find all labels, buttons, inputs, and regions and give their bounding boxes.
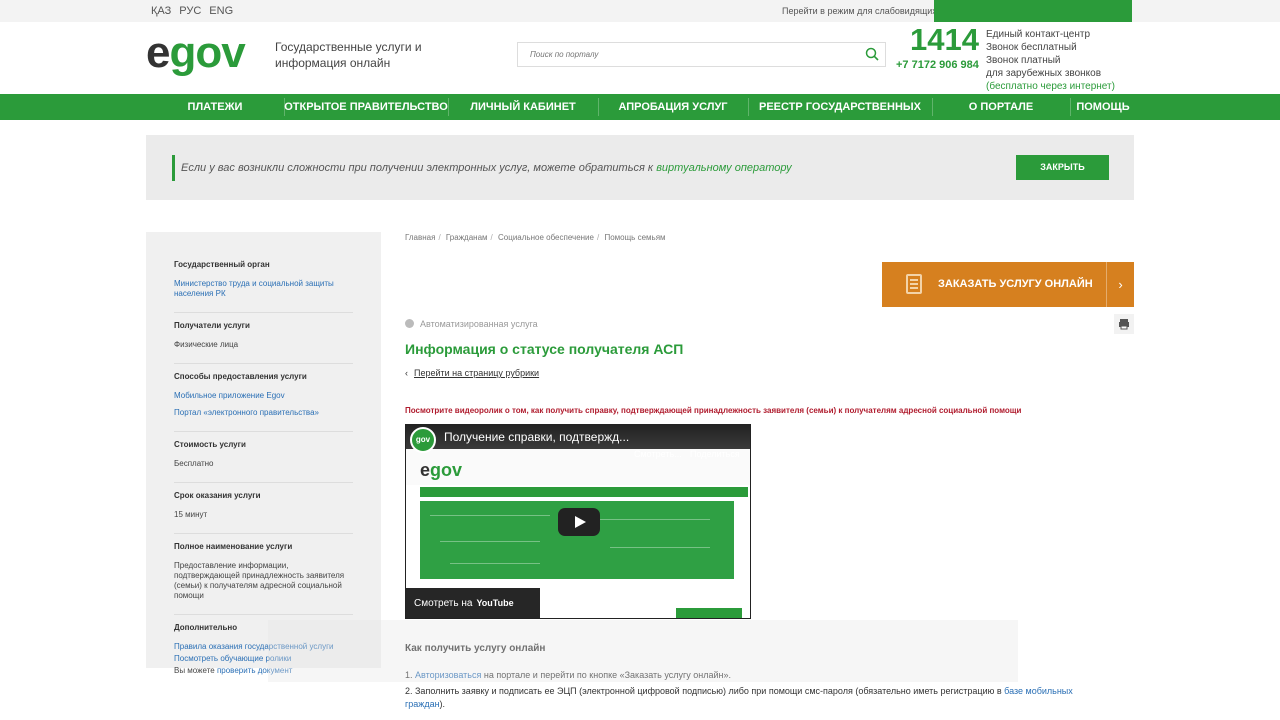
search-box [517,42,886,67]
lang-eng[interactable]: ENG [209,5,233,17]
video-frame-nav-bar [420,487,748,497]
nav-help[interactable]: ПОМОЩЬ [1070,94,1136,120]
help-banner: Если у вас возникли сложности при получе… [146,135,1134,200]
nav-service-testing[interactable]: АПРОБАЦИЯ УСЛУГ [598,94,748,120]
breadcrumb-home[interactable]: Главная [405,233,435,242]
banner-accent [172,155,175,181]
accessibility-mode-link[interactable]: Перейти в режим для слабовидящих [782,6,937,16]
nav-personal-cabinet[interactable]: ЛИЧНЫЙ КАБИНЕТ [448,94,598,120]
contact-phone-short[interactable]: 1414 [910,22,979,58]
breadcrumb-family-help[interactable]: Помощь семьям [604,233,665,242]
search-input[interactable] [518,43,848,66]
video-overlay-shade [268,620,1018,682]
video-frame-button [676,608,742,618]
video-title[interactable]: Получение справки, подтвержд... [444,430,629,444]
breadcrumb-social[interactable]: Социальное обеспечение [498,233,594,242]
channel-avatar[interactable]: gov [410,427,436,453]
back-to-rubric-link[interactable]: ‹ Перейти на страницу рубрики [405,368,539,378]
video-note: Посмотрите видеоролик о том, как получит… [405,406,1022,415]
document-icon [906,274,922,294]
automated-service-label: Автоматизированная услуга [405,319,538,329]
contact-info: Единый контакт-центр Звонок бесплатный З… [986,29,1115,92]
print-icon[interactable] [1114,314,1134,334]
ministry-link[interactable]: Министерство труда и социальной защиты н… [174,279,353,299]
sidebar-section-term: Срок оказания услуги 15 минут [174,491,353,534]
chevron-right-icon: › [1106,262,1134,307]
banner-text: Если у вас возникли сложности при получе… [181,162,792,174]
service-info-sidebar: Государственный орган Министерство труда… [146,232,381,675]
main-nav: ПЛАТЕЖИ ОТКРЫТОЕ ПРАВИТЕЛЬСТВО ЛИЧНЫЙ КА… [0,94,1280,139]
chevron-left-icon: ‹ [405,368,408,378]
lang-kaz[interactable]: ҚАЗ [151,5,171,17]
nav-payments[interactable]: ПЛАТЕЖИ [146,94,284,120]
sidebar-section-methods: Способы предоставления услуги Мобильное … [174,372,353,432]
sidebar-section-cost: Стоимость услуги Бесплатно [174,440,353,483]
page-title: Информация о статусе получателя АСП [405,341,684,357]
language-switcher: ҚАЗ РУС ENG [151,5,233,17]
youtube-video-player[interactable]: Получение справки, подтвержд... gov Смот… [405,424,751,619]
order-service-online-button[interactable]: ЗАКАЗАТЬ УСЛУГУ ОНЛАЙН › [882,262,1134,307]
virtual-operator-link[interactable]: виртуальному оператору [656,162,791,174]
contact-phone-long[interactable]: +7 7172 906 984 [896,59,979,71]
watch-on-youtube-button[interactable]: Смотреть на YouTube [406,588,540,618]
gear-icon [405,319,414,328]
nav-services-registry[interactable]: РЕЕСТР ГОСУДАРСТВЕННЫХ УСЛУГ [748,94,932,139]
breadcrumb-citizens[interactable]: Гражданам [446,233,488,242]
sidebar-section-org: Государственный орган Министерство труда… [174,260,353,313]
top-green-button[interactable] [934,0,1132,22]
site-tagline: Государственные услуги и информация онла… [275,40,422,70]
search-icon[interactable] [865,47,879,61]
video-frame-logo: egov [420,460,463,480]
mobile-app-link[interactable]: Мобильное приложение Egov [174,391,353,401]
watch-later-button[interactable]: Смотреть... [634,449,682,459]
sidebar-section-fullname: Полное наименование услуги Предоставлени… [174,542,353,615]
sidebar-section-recipients: Получатели услуги Физические лица [174,321,353,364]
share-button[interactable]: Поделиться [690,449,740,459]
close-banner-button[interactable]: ЗАКРЫТЬ [1016,155,1109,180]
nav-about[interactable]: О ПОРТАЛЕ [932,94,1070,120]
step-2: 2. Заполнить заявку и подписать ее ЭЦП (э… [405,686,1073,709]
play-button[interactable] [558,508,600,536]
lang-rus[interactable]: РУС [179,5,201,17]
breadcrumb: Главная / Гражданам / Социальное обеспечен… [405,233,666,242]
egov-portal-link[interactable]: Портал «электронного правительства» [174,408,353,418]
top-bar: ҚАЗ РУС ENG Перейти в режим для слабовид… [0,0,1280,22]
egov-logo[interactable]: egov [146,28,246,78]
nav-open-government[interactable]: ОТКРЫТОЕ ПРАВИТЕЛЬСТВО [284,94,448,120]
